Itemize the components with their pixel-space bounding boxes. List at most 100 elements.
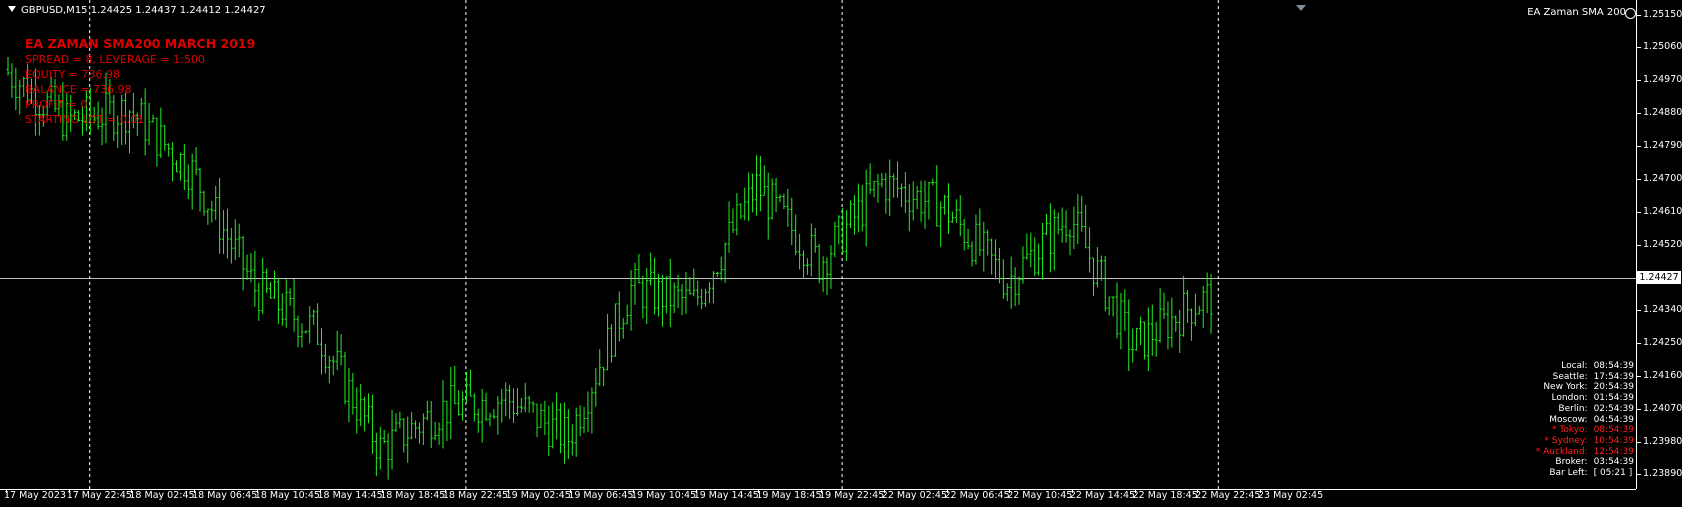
ohlc-bar: [6, 57, 10, 76]
clock-row: * Sydney: 10:54:39: [1536, 436, 1634, 447]
ohlc-bar: [484, 392, 488, 421]
ohlc-bar: [276, 277, 280, 324]
ohlc-bar: [1041, 222, 1045, 280]
ohlc-bar: [700, 289, 704, 310]
ohlc-bar: [747, 172, 751, 222]
clock-row: Seattle: 17:54:39: [1536, 372, 1634, 383]
ohlc-bar: [1103, 255, 1107, 312]
price-tick-label: 1.23890: [1643, 468, 1682, 480]
symbol-line: GBPUSD,M15 1.24425 1.24437 1.24412 1.244…: [21, 5, 266, 16]
ohlc-bar: [923, 180, 927, 229]
ohlc-bar: [218, 177, 222, 254]
ohlc-bar: [927, 181, 931, 220]
clock-time: 02:54:39: [1593, 403, 1634, 414]
ohlc-bar: [304, 330, 308, 334]
ohlc-bar: [280, 293, 284, 326]
ohlc-bar: [222, 210, 226, 255]
ohlc-bar: [496, 396, 500, 435]
ohlc-bar: [574, 407, 578, 457]
ohlc-bar: [347, 367, 351, 423]
ohlc-bar: [821, 256, 825, 293]
ohlc-bar: [598, 349, 602, 386]
smiley-face-icon[interactable]: [1625, 8, 1636, 19]
ohlc-bar: [312, 309, 316, 325]
time-tick-label: 17 May 22:45: [66, 490, 132, 501]
time-tick-label: 18 May 22:45: [442, 490, 509, 501]
clock-city: Berlin:: [1558, 403, 1588, 414]
ohlc-bar: [300, 323, 304, 348]
ohlc-bar: [723, 242, 727, 283]
price-tick-label: 1.25060: [1643, 41, 1682, 53]
ohlc-bar: [739, 203, 743, 219]
ohlc-bar: [758, 155, 762, 212]
ohlc-bar: [206, 208, 210, 225]
ohlc-bar: [1001, 259, 1005, 299]
ohlc-bar: [308, 306, 312, 344]
ohlc-bar: [508, 384, 512, 419]
ohlc-bar: [884, 172, 888, 214]
ohlc-bar: [1189, 308, 1193, 341]
ohlc-bar: [566, 409, 570, 459]
ohlc-bar: [1186, 289, 1190, 323]
ohlc-bar: [190, 153, 194, 210]
ohlc-bar: [1044, 213, 1048, 236]
ohlc-bar: [1111, 296, 1115, 317]
price-tick-label: 1.24970: [1643, 74, 1682, 86]
time-tick-label: 22 May 18:45: [1132, 490, 1198, 501]
ohlc-bar: [1166, 301, 1170, 350]
ohlc-bar: [269, 281, 273, 299]
ohlc-bar: [339, 334, 343, 366]
ohlc-bar: [990, 238, 994, 275]
chart-shift-icon[interactable]: [1296, 5, 1306, 11]
ohlc-bar: [1088, 227, 1092, 273]
clock-time: 17:54:39: [1593, 371, 1634, 382]
ohlc-bar: [943, 194, 947, 215]
ohlc-bar: [425, 400, 429, 421]
ohlc-bar: [707, 282, 711, 303]
ohlc-bar: [178, 152, 182, 181]
price-tick: [1636, 14, 1641, 16]
price-tick: [1636, 178, 1641, 180]
time-tick-label: 18 May 02:45: [129, 490, 195, 501]
clock-time: 10:54:39: [1593, 435, 1634, 446]
price-tick: [1636, 47, 1641, 49]
ohlc-bar: [1052, 209, 1056, 271]
ohlc-bar: [437, 422, 441, 445]
time-tick-label: 19 May 02:45: [505, 490, 571, 501]
ohlc-bar: [915, 185, 919, 210]
ohlc-bar: [672, 282, 676, 314]
ohlc-bar: [175, 160, 179, 173]
ohlc-bar: [809, 223, 813, 277]
ea-info-line: STARTING LOT = 0.01: [25, 113, 145, 126]
price-tick-label: 1.24610: [1643, 205, 1682, 217]
ohlc-bar: [950, 211, 954, 223]
ohlc-bar: [343, 351, 347, 405]
ohlc-bar: [18, 79, 22, 115]
ohlc-bar: [1154, 321, 1158, 357]
ohlc-bar: [10, 63, 14, 99]
ohlc-bar: [876, 173, 880, 203]
ohlc-bar: [394, 413, 398, 433]
ohlc-bar: [535, 403, 539, 438]
ohlc-bar: [621, 318, 625, 339]
ohlc-bar: [374, 432, 378, 477]
clock-city: * Sydney:: [1544, 435, 1588, 446]
ohlc-bar: [1197, 305, 1201, 315]
ea-name: EA Zaman SMA 200: [1527, 7, 1626, 18]
clock-city: London:: [1551, 393, 1588, 404]
ohlc-bar: [786, 188, 790, 227]
clock-row: Berlin: 02:54:39: [1536, 404, 1634, 415]
ohlc-bar: [762, 165, 766, 196]
ohlc-bar: [966, 228, 970, 250]
ohlc-bar: [911, 181, 915, 221]
ohlc-bar: [519, 397, 523, 413]
ohlc-bar: [907, 184, 911, 232]
ohlc-bar: [1123, 289, 1127, 331]
ohlc-bar: [743, 187, 747, 221]
price-tick: [1636, 375, 1641, 377]
symbol-header: GBPUSD,M15 1.24425 1.24437 1.24412 1.244…: [8, 5, 266, 16]
ohlc-bar: [241, 235, 245, 291]
ohlc-bar: [539, 403, 543, 428]
dropdown-triangle-icon[interactable]: [8, 6, 16, 12]
ohlc-bar: [1193, 293, 1197, 327]
